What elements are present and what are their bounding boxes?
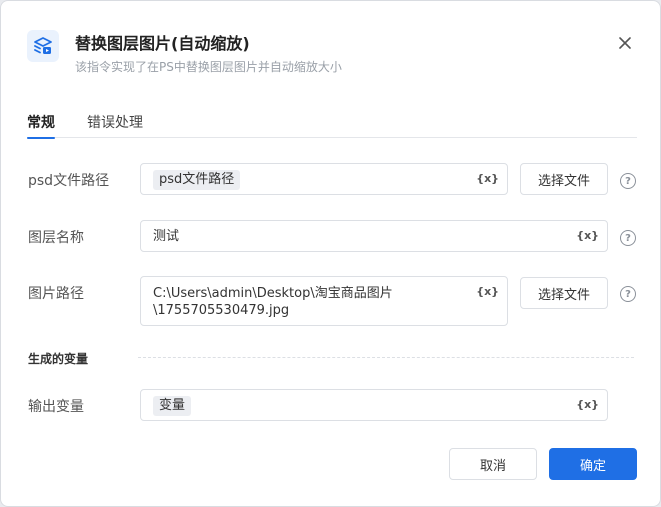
section-divider (138, 357, 634, 358)
help-icon[interactable]: ? (620, 173, 636, 189)
insert-variable-button[interactable]: {x} (576, 229, 599, 242)
tab-active-indicator (27, 137, 55, 139)
close-button[interactable] (614, 32, 636, 54)
output-variable-chip: 变量 (153, 396, 192, 416)
psd-path-input[interactable]: psd文件路径 {x} (140, 163, 508, 195)
image-choose-file-button[interactable]: 选择文件 (520, 277, 608, 309)
layer-name-input[interactable]: 测试 {x} (140, 220, 608, 252)
layer-name-label: 图层名称 (28, 230, 84, 246)
image-path-line1: C:\Users\admin\Desktop\淘宝商品图片 (153, 286, 393, 301)
image-path-line2: \1755705530479.jpg (153, 303, 290, 318)
layer-name-value: 测试 (153, 229, 180, 244)
help-icon[interactable]: ? (620, 230, 636, 246)
insert-variable-button[interactable]: {x} (476, 285, 499, 298)
dialog-title: 替换图层图片(自动缩放) (75, 34, 250, 53)
image-path-input[interactable]: C:\Users\admin\Desktop\淘宝商品图片 \175570553… (140, 276, 508, 326)
output-variable-input[interactable]: 变量 {x} (140, 389, 608, 421)
output-section-title: 生成的变量 (28, 352, 89, 366)
insert-variable-button[interactable]: {x} (576, 398, 599, 411)
tab-bar: 常规 错误处理 (27, 110, 637, 139)
help-icon[interactable]: ? (620, 286, 636, 302)
tab-general[interactable]: 常规 (27, 112, 55, 139)
output-variable-label: 输出变量 (28, 399, 84, 415)
dialog-subtitle: 该指令实现了在PS中替换图层图片并自动缩放大小 (75, 60, 342, 74)
dialog: 替换图层图片(自动缩放) 该指令实现了在PS中替换图层图片并自动缩放大小 常规 … (0, 0, 661, 507)
layers-icon (27, 30, 59, 62)
insert-variable-button[interactable]: {x} (476, 172, 499, 185)
tab-general-label: 常规 (27, 115, 55, 131)
cancel-button[interactable]: 取消 (449, 448, 537, 480)
close-icon (619, 37, 631, 49)
tab-error-handling[interactable]: 错误处理 (87, 112, 143, 132)
confirm-button[interactable]: 确定 (549, 448, 637, 480)
image-path-label: 图片路径 (28, 286, 84, 302)
psd-path-label: psd文件路径 (28, 173, 110, 189)
psd-choose-file-button[interactable]: 选择文件 (520, 163, 608, 195)
psd-path-chip: psd文件路径 (153, 170, 241, 190)
